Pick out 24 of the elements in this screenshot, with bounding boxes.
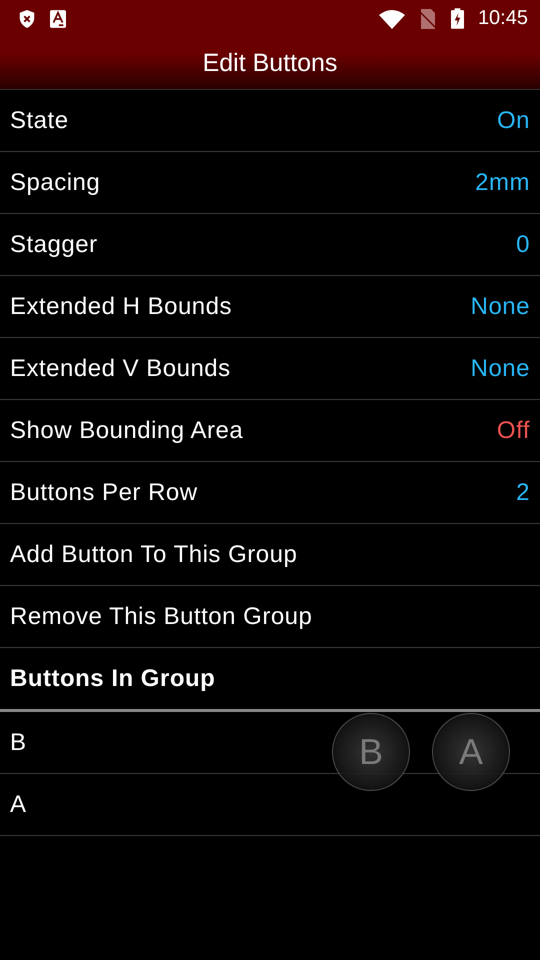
settings-row[interactable]: Add Button To This Group [0,524,540,586]
clock: 10:45 [478,7,528,30]
setting-value: 0 [516,230,530,258]
settings-row[interactable]: State On [0,90,540,152]
settings-row[interactable]: Buttons Per Row 2 [0,462,540,524]
setting-value: None [470,354,530,382]
setting-value: 2mm [475,168,530,196]
no-sim-icon [418,8,437,28]
settings-row[interactable]: Stagger 0 [0,214,540,276]
settings-row[interactable]: Extended V Bounds None [0,338,540,400]
wifi-icon [378,8,405,28]
shield-icon [18,8,36,28]
section-header: Buttons In Group [9,664,216,694]
settings-row[interactable]: Remove This Button Group [0,586,540,648]
screen-title: Edit Buttons [202,48,338,79]
font-icon [50,10,66,28]
setting-value: 2 [516,478,530,506]
setting-value: On [496,106,530,134]
setting-value: Off [496,416,530,444]
settings-row[interactable]: Spacing 2mm [0,152,540,214]
settings-row[interactable]: Extended H Bounds None [0,276,540,338]
battery-charging-icon [450,8,464,29]
setting-value: None [470,292,530,320]
settings-row[interactable]: Show Bounding Area Off [0,400,540,462]
